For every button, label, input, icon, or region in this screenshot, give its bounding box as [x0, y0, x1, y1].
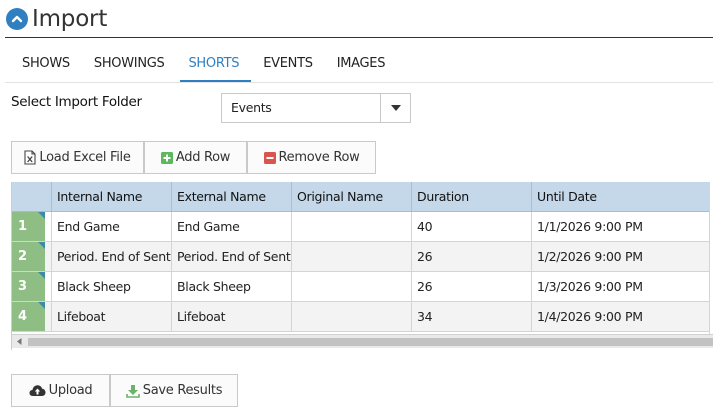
- add-row-label: Add Row: [175, 150, 231, 165]
- load-excel-label: Load Excel File: [39, 150, 131, 165]
- horizontal-scrollbar[interactable]: [12, 334, 713, 348]
- row-number[interactable]: 2: [12, 242, 45, 271]
- row-number[interactable]: 4: [12, 302, 45, 331]
- cell-original-name[interactable]: [291, 212, 411, 241]
- cell-until-date[interactable]: 1/1/2026 9:00 PM: [531, 212, 709, 241]
- column-header[interactable]: Duration: [411, 182, 531, 212]
- import-grid: Internal Name External Name Original Nam…: [11, 182, 713, 350]
- tab-events[interactable]: EVENTS: [251, 50, 324, 82]
- cell-duration[interactable]: 34: [411, 302, 531, 331]
- import-folder-value: Events: [231, 100, 272, 115]
- tab-showings[interactable]: SHOWINGS: [82, 50, 177, 82]
- table-row[interactable]: 2 Period. End of Sentence. Period. End o…: [12, 242, 713, 272]
- row-number[interactable]: 3: [12, 272, 45, 301]
- cell-duration[interactable]: 26: [411, 272, 531, 301]
- column-header[interactable]: Internal Name: [51, 182, 171, 212]
- column-header[interactable]: External Name: [171, 182, 291, 212]
- add-row-button[interactable]: Add Row: [144, 141, 247, 174]
- upload-label: Upload: [48, 383, 93, 398]
- grid-header: Internal Name External Name Original Nam…: [12, 182, 713, 212]
- minus-square-icon: [263, 151, 276, 164]
- cell-until-date[interactable]: 1/3/2026 9:00 PM: [531, 272, 709, 301]
- cell-original-name[interactable]: [291, 242, 411, 271]
- caret-down-icon[interactable]: [380, 94, 410, 122]
- tab-shorts[interactable]: SHORTS: [176, 50, 251, 82]
- tab-shows[interactable]: SHOWS: [10, 50, 82, 82]
- cell-original-name[interactable]: [291, 272, 411, 301]
- cell-external-name[interactable]: Black Sheep: [171, 272, 291, 301]
- excel-file-icon: [24, 150, 36, 165]
- table-row[interactable]: 4 Lifeboat Lifeboat 34 1/4/2026 9:00 PM: [12, 302, 713, 332]
- cell-external-name[interactable]: Lifeboat: [171, 302, 291, 331]
- page-title: Import: [32, 6, 108, 32]
- table-row[interactable]: 3 Black Sheep Black Sheep 26 1/3/2026 9:…: [12, 272, 713, 302]
- row-number-header: [12, 182, 52, 212]
- table-row[interactable]: 1 End Game End Game 40 1/1/2026 9:00 PM: [12, 212, 713, 242]
- cell-external-name[interactable]: End Game: [171, 212, 291, 241]
- cell-duration[interactable]: 26: [411, 242, 531, 271]
- chevron-up-circle-icon[interactable]: [6, 8, 28, 30]
- import-folder-select[interactable]: Events: [221, 93, 411, 123]
- grid-edge: [709, 182, 713, 334]
- upload-button[interactable]: Upload: [11, 374, 110, 407]
- page-header: Import: [6, 4, 107, 34]
- row-number[interactable]: 1: [12, 212, 45, 241]
- tab-images[interactable]: IMAGES: [325, 50, 397, 82]
- cell-duration[interactable]: 40: [411, 212, 531, 241]
- scroll-left-icon[interactable]: [12, 335, 26, 348]
- download-icon: [125, 384, 140, 398]
- scrollbar-thumb[interactable]: [28, 338, 713, 346]
- cell-internal-name[interactable]: Black Sheep: [51, 272, 171, 301]
- cell-internal-name[interactable]: Period. End of Sentence.: [51, 242, 171, 271]
- column-header[interactable]: Until Date: [531, 182, 709, 212]
- load-excel-button[interactable]: Load Excel File: [11, 141, 144, 174]
- tabs-divider: [5, 82, 713, 83]
- cell-internal-name[interactable]: End Game: [51, 212, 171, 241]
- cell-until-date[interactable]: 1/4/2026 9:00 PM: [531, 302, 709, 331]
- cell-external-name[interactable]: Period. End of Sentence.: [171, 242, 291, 271]
- cell-until-date[interactable]: 1/2/2026 9:00 PM: [531, 242, 709, 271]
- remove-row-label: Remove Row: [278, 150, 360, 165]
- cloud-upload-icon: [29, 384, 46, 397]
- cell-internal-name[interactable]: Lifeboat: [51, 302, 171, 331]
- plus-square-icon: [160, 151, 173, 164]
- import-folder-label: Select Import Folder: [11, 94, 142, 110]
- tab-bar: SHOWS SHOWINGS SHORTS EVENTS IMAGES: [10, 50, 397, 82]
- header-divider: [5, 37, 713, 38]
- cell-original-name[interactable]: [291, 302, 411, 331]
- save-results-button[interactable]: Save Results: [110, 374, 238, 407]
- remove-row-button[interactable]: Remove Row: [247, 141, 376, 174]
- column-header[interactable]: Original Name: [291, 182, 411, 212]
- save-results-label: Save Results: [142, 383, 223, 398]
